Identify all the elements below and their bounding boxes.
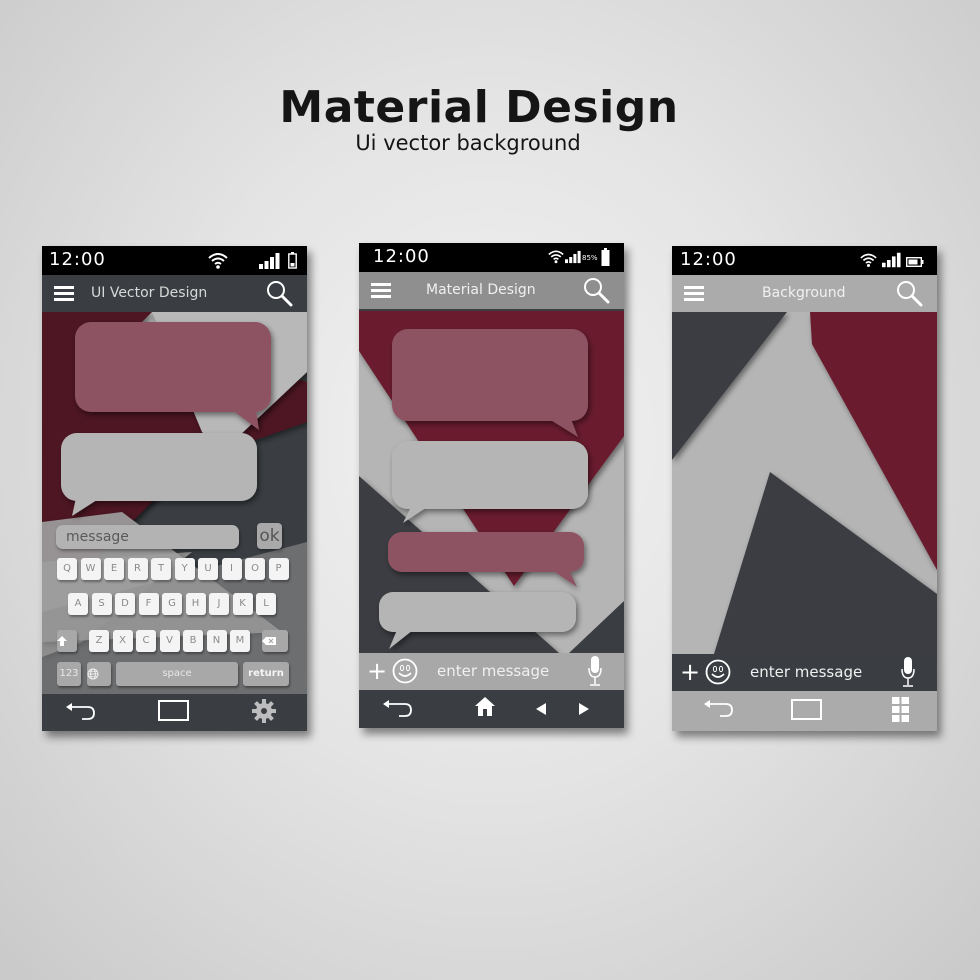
key-d[interactable]: D bbox=[115, 593, 135, 615]
page-title: Material Design bbox=[279, 82, 679, 133]
battery-icon bbox=[601, 248, 610, 266]
key-p[interactable]: P bbox=[268, 558, 289, 580]
key-c[interactable]: C bbox=[136, 630, 156, 652]
plus-icon[interactable]: + bbox=[367, 657, 387, 685]
message-input-bar: + enter message bbox=[359, 653, 624, 690]
shift-key[interactable] bbox=[57, 630, 77, 652]
key-y[interactable]: Y bbox=[174, 558, 195, 580]
backspace-key[interactable] bbox=[262, 630, 288, 652]
nav-bar bbox=[359, 691, 624, 728]
ok-button[interactable]: ok bbox=[257, 523, 282, 549]
next-icon[interactable] bbox=[579, 703, 589, 715]
app-bar: UI Vector Design bbox=[42, 275, 307, 312]
key-l[interactable]: L bbox=[256, 593, 276, 615]
nav-bar bbox=[42, 694, 307, 731]
key-m[interactable]: M bbox=[230, 630, 250, 652]
previous-icon[interactable] bbox=[536, 703, 546, 715]
menu-icon[interactable] bbox=[371, 283, 391, 299]
apps-grid-icon[interactable] bbox=[892, 697, 909, 722]
search-icon[interactable] bbox=[265, 279, 293, 307]
space-key[interactable]: space bbox=[116, 662, 238, 686]
menu-icon[interactable] bbox=[684, 286, 704, 302]
status-time: 12:00 bbox=[373, 246, 430, 267]
microphone-icon[interactable] bbox=[901, 657, 915, 687]
backspace-icon bbox=[262, 637, 276, 645]
home-rectangle-icon[interactable] bbox=[158, 700, 190, 722]
phone-chat-conversation: 12:00 85% Material Design + enter messag… bbox=[359, 243, 624, 728]
message-input[interactable]: message bbox=[56, 525, 239, 549]
message-input-bar: + enter message bbox=[672, 654, 937, 691]
page-subtitle: Ui vector background bbox=[355, 131, 581, 155]
settings-gear-icon[interactable] bbox=[252, 699, 276, 723]
signal-icon bbox=[565, 250, 581, 264]
signal-icon bbox=[259, 253, 280, 269]
key-r[interactable]: R bbox=[127, 558, 148, 580]
search-icon[interactable] bbox=[582, 276, 610, 304]
status-bar: 12:00 bbox=[42, 246, 307, 275]
material-background bbox=[672, 312, 937, 654]
status-time: 12:00 bbox=[49, 249, 106, 270]
status-bar: 12:00 85% bbox=[359, 243, 624, 272]
back-icon[interactable] bbox=[383, 698, 415, 720]
key-j[interactable]: J bbox=[209, 593, 229, 615]
home-icon[interactable] bbox=[475, 697, 495, 717]
battery-icon bbox=[906, 257, 924, 267]
key-x[interactable]: X bbox=[112, 630, 133, 652]
key-t[interactable]: T bbox=[151, 558, 171, 580]
app-bar: Background bbox=[672, 275, 937, 312]
app-title: Background bbox=[762, 285, 846, 301]
home-rectangle-icon[interactable] bbox=[791, 699, 823, 721]
search-icon[interactable] bbox=[895, 279, 923, 307]
app-title: Material Design bbox=[426, 282, 536, 298]
key-n[interactable]: N bbox=[206, 630, 227, 652]
wifi-icon bbox=[208, 253, 228, 269]
key-f[interactable]: F bbox=[138, 593, 159, 615]
signal-icon bbox=[882, 252, 901, 268]
phone-background: 12:00 Background + enter message bbox=[672, 246, 937, 731]
key-a[interactable]: A bbox=[68, 593, 88, 615]
message-input[interactable]: enter message bbox=[750, 663, 862, 681]
smiley-icon[interactable] bbox=[705, 659, 731, 685]
globe-icon bbox=[87, 668, 99, 680]
message-input[interactable]: enter message bbox=[437, 662, 549, 680]
key-i[interactable]: I bbox=[221, 558, 242, 580]
shift-icon bbox=[57, 636, 67, 646]
status-bar: 12:00 bbox=[672, 246, 937, 275]
back-icon[interactable] bbox=[66, 701, 98, 723]
smiley-icon[interactable] bbox=[392, 658, 418, 684]
app-bar: Material Design bbox=[359, 272, 624, 309]
menu-icon[interactable] bbox=[54, 286, 74, 302]
nav-bar bbox=[672, 691, 937, 731]
wifi-icon bbox=[548, 250, 564, 264]
key-h[interactable]: H bbox=[185, 593, 206, 615]
chat-bubble-incoming bbox=[392, 329, 588, 437]
key-k[interactable]: K bbox=[232, 593, 253, 615]
plus-icon[interactable]: + bbox=[680, 658, 700, 686]
return-key[interactable]: return bbox=[243, 662, 289, 686]
battery-icon bbox=[288, 252, 297, 269]
wifi-icon bbox=[860, 253, 877, 268]
key-q[interactable]: Q bbox=[57, 558, 77, 580]
key-v[interactable]: V bbox=[159, 630, 180, 652]
phone-keyboard-chat: 12:00 UI Vector Design message ok Q W E … bbox=[42, 246, 307, 731]
key-s[interactable]: S bbox=[91, 593, 112, 615]
key-g[interactable]: G bbox=[162, 593, 182, 615]
key-b[interactable]: B bbox=[183, 630, 203, 652]
globe-key[interactable] bbox=[87, 662, 111, 686]
key-u[interactable]: U bbox=[198, 558, 218, 580]
chat-background: message ok QWERTYUIOP ASDFGHJKL ZXCVBNM … bbox=[42, 312, 307, 694]
app-title: UI Vector Design bbox=[91, 285, 208, 301]
key-w[interactable]: W bbox=[80, 558, 101, 580]
microphone-icon[interactable] bbox=[588, 656, 602, 686]
key-e[interactable]: E bbox=[104, 558, 124, 580]
status-time: 12:00 bbox=[680, 249, 737, 270]
chat-background bbox=[359, 311, 624, 653]
key-o[interactable]: O bbox=[245, 558, 265, 580]
back-icon[interactable] bbox=[704, 698, 736, 720]
numbers-key[interactable]: 123 bbox=[57, 662, 81, 686]
battery-percent: 85% bbox=[582, 254, 598, 262]
key-z[interactable]: Z bbox=[89, 630, 109, 652]
